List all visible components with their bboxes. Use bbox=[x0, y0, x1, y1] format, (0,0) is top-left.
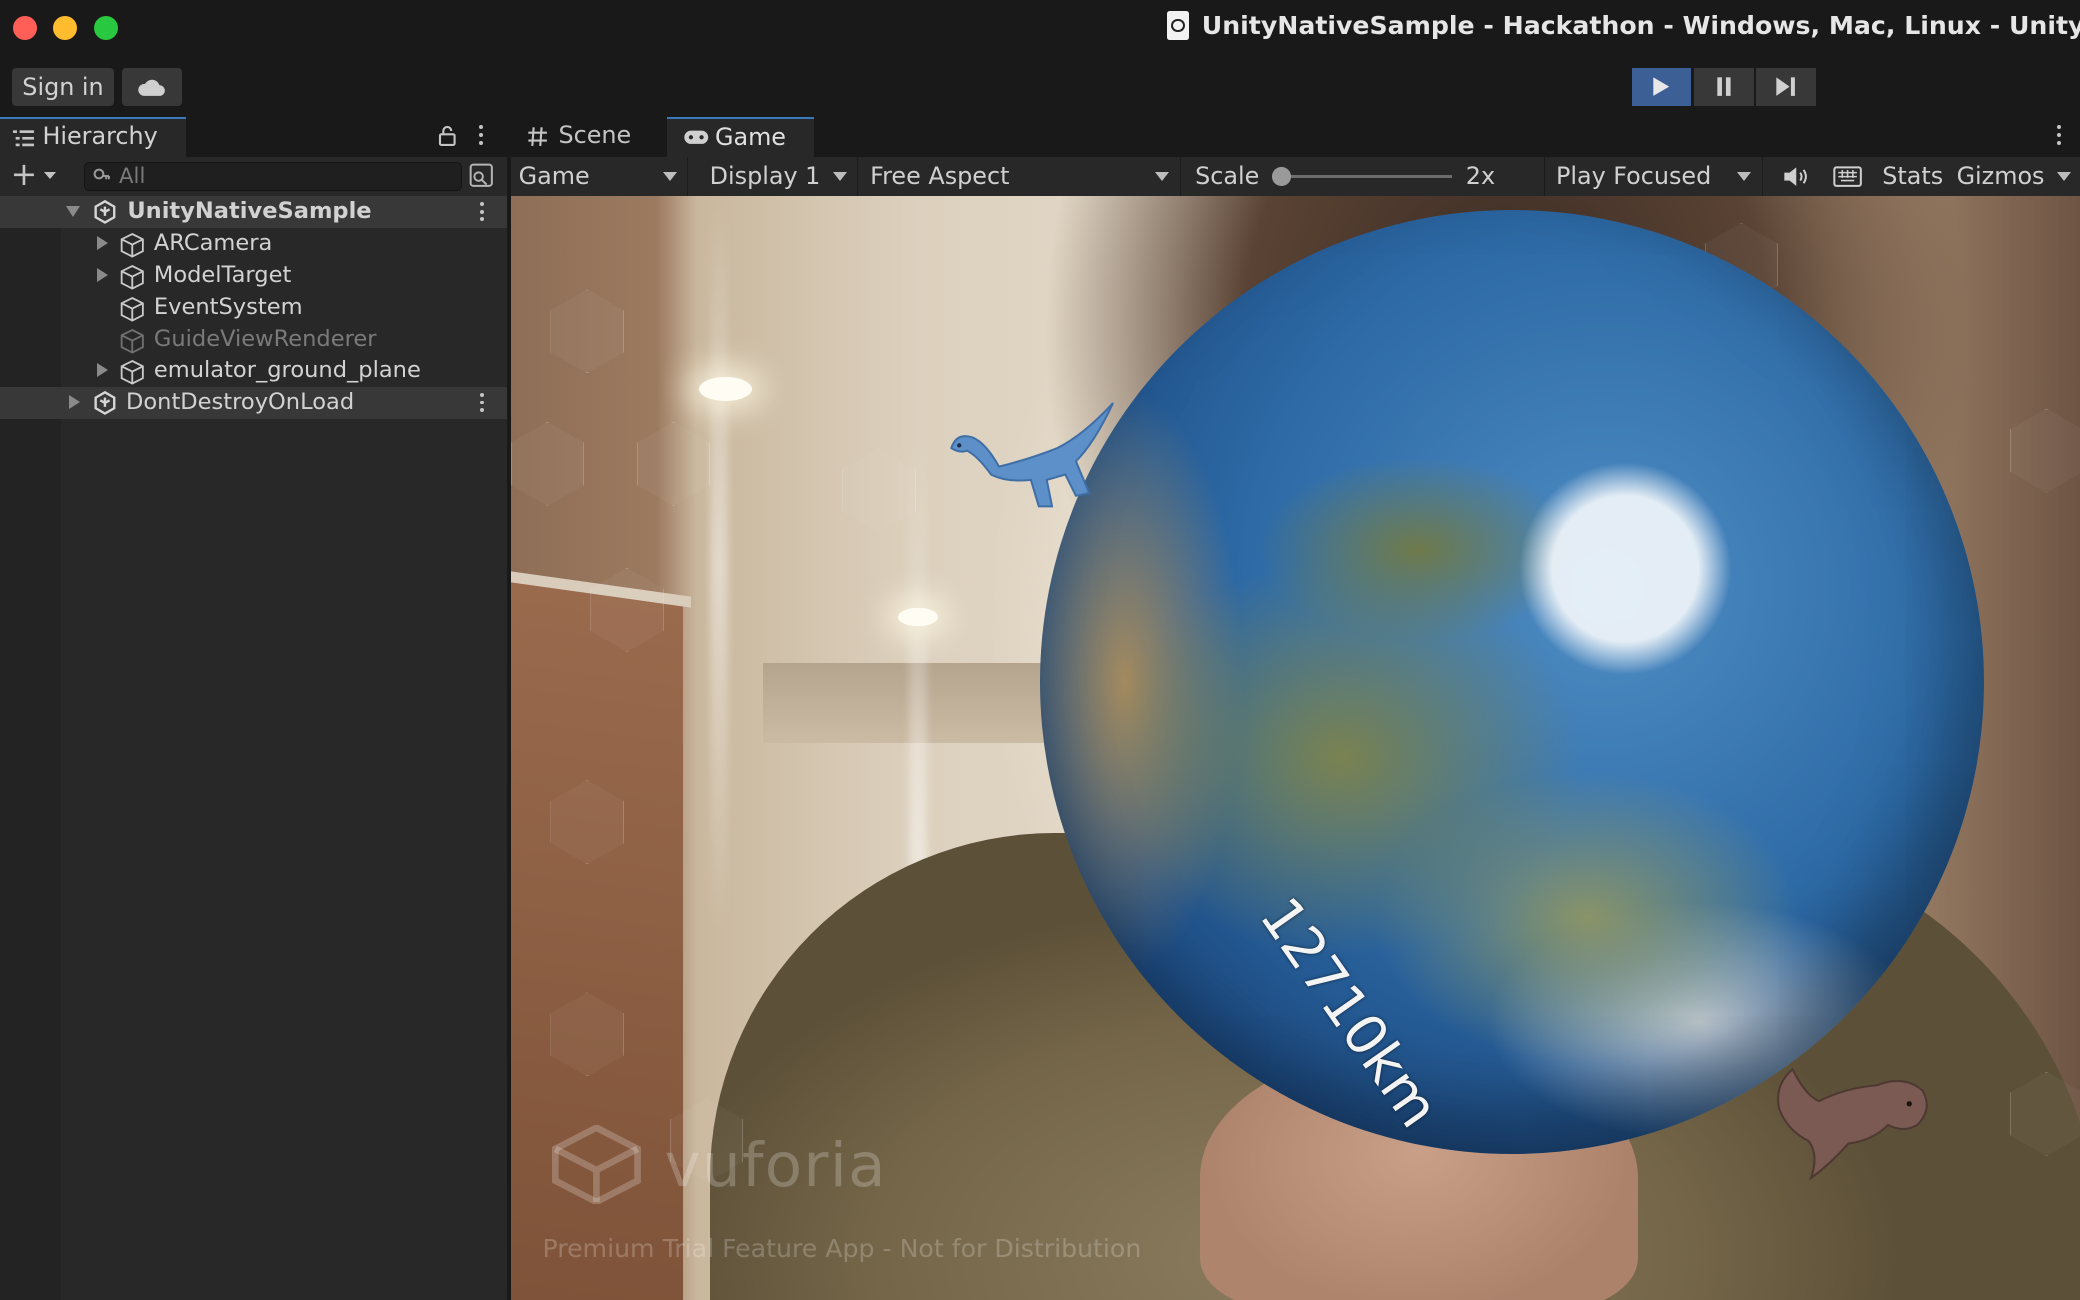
view-tab-bar: Scene Game bbox=[510, 116, 2080, 157]
hierarchy-label: DontDestroyOnLoad bbox=[126, 389, 355, 416]
expand-arrow-icon[interactable] bbox=[66, 205, 81, 217]
scene-visibility-icon[interactable] bbox=[468, 162, 495, 189]
close-window-button[interactable] bbox=[13, 15, 38, 40]
hierarchy-row-modeltarget[interactable]: ModelTarget bbox=[0, 260, 507, 292]
scale-slider-thumb[interactable] bbox=[1272, 167, 1291, 186]
gameobject-cube-icon bbox=[121, 264, 145, 290]
earth-globe-model bbox=[1039, 209, 1985, 1154]
tab-hierarchy-label: Hierarchy bbox=[42, 121, 158, 150]
unity-scene-icon bbox=[94, 200, 116, 225]
game-panel: Scene Game Game Display 1 Free Aspect Sc… bbox=[510, 116, 2080, 1300]
brown-dinosaur-model bbox=[1776, 1067, 1928, 1181]
tab-scene-label: Scene bbox=[558, 120, 632, 149]
gameobject-cube-icon bbox=[121, 328, 145, 354]
hierarchy-label: ModelTarget bbox=[153, 261, 292, 288]
unity-document-icon bbox=[1167, 10, 1189, 40]
window-title-text: UnityNativeSample - Hackathon - Windows,… bbox=[1201, 10, 2080, 40]
vuforia-brand-text: vuforia bbox=[664, 1130, 887, 1202]
hierarchy-row-dontdestroyonload[interactable]: DontDestroyOnLoad bbox=[0, 387, 507, 420]
scene-menu-icon[interactable] bbox=[480, 201, 485, 226]
hierarchy-label: ARCamera bbox=[153, 230, 273, 257]
play-mode-dropdown[interactable]: Play Focused bbox=[1548, 156, 1763, 197]
light-streak bbox=[709, 196, 729, 940]
scene-menu-icon[interactable] bbox=[480, 392, 485, 417]
expand-arrow-icon[interactable] bbox=[96, 267, 109, 282]
hierarchy-label: EventSystem bbox=[153, 293, 303, 320]
view-mode-dropdown[interactable]: Game bbox=[511, 156, 689, 197]
grid-hash-icon bbox=[527, 127, 547, 146]
step-button[interactable] bbox=[1756, 67, 1816, 107]
search-icon bbox=[93, 168, 110, 180]
ceiling-light bbox=[898, 607, 938, 627]
hierarchy-search-input[interactable] bbox=[119, 162, 451, 190]
separator bbox=[1544, 156, 1546, 197]
tab-game-label: Game bbox=[714, 122, 786, 151]
gameobject-cube-icon bbox=[121, 296, 145, 322]
scale-slider-track[interactable] bbox=[1280, 175, 1453, 178]
hierarchy-tree: UnityNativeSample ARCamera ModelTarget E… bbox=[0, 196, 507, 420]
expand-arrow-icon[interactable] bbox=[68, 395, 81, 410]
gameobject-cube-icon bbox=[121, 233, 145, 258]
lock-icon[interactable] bbox=[438, 125, 457, 146]
display-dropdown[interactable]: Display 1 bbox=[702, 156, 859, 197]
scale-label: Scale bbox=[1195, 161, 1260, 190]
step-icon bbox=[1776, 77, 1796, 97]
zoom-window-button[interactable] bbox=[94, 15, 119, 40]
gameobject-cube-icon bbox=[121, 360, 145, 385]
hierarchy-row-guideviewrenderer[interactable]: GuideViewRenderer bbox=[0, 324, 507, 356]
blue-dinosaur-model bbox=[949, 402, 1114, 508]
expand-arrow-icon[interactable] bbox=[96, 363, 109, 378]
tab-game[interactable]: Game bbox=[667, 116, 815, 157]
stats-button[interactable]: Stats bbox=[1882, 157, 1943, 197]
gamepad-icon bbox=[684, 130, 709, 144]
hierarchy-label: emulator_ground_plane bbox=[153, 357, 421, 384]
window-title: UnityNativeSample - Hackathon - Windows,… bbox=[1167, 10, 2080, 40]
vuforia-logo-icon bbox=[552, 1124, 642, 1205]
aspect-dropdown[interactable]: Free Aspect bbox=[862, 156, 1181, 197]
mute-audio-button[interactable] bbox=[1777, 157, 1814, 197]
main-toolbar: Sign in bbox=[0, 55, 2080, 118]
cloud-icon bbox=[138, 79, 166, 96]
pause-button[interactable] bbox=[1693, 67, 1754, 107]
hierarchy-label: GuideViewRenderer bbox=[153, 325, 377, 352]
gizmos-button[interactable]: Gizmos bbox=[1957, 157, 2045, 197]
play-icon bbox=[1653, 77, 1670, 97]
play-controls bbox=[1631, 67, 1816, 107]
hierarchy-label: UnityNativeSample bbox=[127, 198, 372, 225]
hierarchy-panel: Hierarchy + UnityNativeSample bbox=[0, 116, 510, 1300]
hierarchy-search[interactable] bbox=[83, 161, 462, 191]
hierarchy-row-eventsystem[interactable]: EventSystem bbox=[0, 292, 507, 324]
title-bar: UnityNativeSample - Hackathon - Windows,… bbox=[0, 0, 2080, 56]
unity-scene-icon bbox=[94, 391, 116, 416]
play-button[interactable] bbox=[1631, 67, 1692, 107]
cloud-button[interactable] bbox=[122, 67, 182, 107]
sign-in-button[interactable]: Sign in bbox=[11, 67, 115, 107]
game-viewport[interactable]: 12710km vuforia Premium Trial Feature Ap… bbox=[510, 196, 2080, 1300]
hierarchy-row-arcamera[interactable]: ARCamera bbox=[0, 228, 507, 260]
gizmos-dropdown-icon[interactable] bbox=[2057, 172, 2072, 182]
tab-hierarchy[interactable]: Hierarchy bbox=[0, 116, 186, 157]
hierarchy-tab-bar: Hierarchy bbox=[0, 116, 507, 157]
scale-value: 2x bbox=[1465, 161, 1496, 190]
keyboard-icon bbox=[1833, 166, 1863, 187]
add-icon[interactable]: + bbox=[11, 158, 38, 191]
tab-scene[interactable]: Scene bbox=[511, 117, 668, 157]
expand-arrow-icon[interactable] bbox=[96, 236, 109, 251]
keyboard-shortcuts-button[interactable] bbox=[1828, 157, 1868, 197]
game-control-bar: Game Display 1 Free Aspect Scale 2x Play… bbox=[510, 156, 2080, 198]
add-dropdown-icon[interactable] bbox=[43, 172, 56, 180]
view-menu-icon[interactable] bbox=[2057, 124, 2062, 149]
hierarchy-row-scene[interactable]: UnityNativeSample bbox=[0, 196, 507, 229]
pause-icon bbox=[1717, 77, 1731, 97]
speaker-icon bbox=[1784, 167, 1807, 186]
ceiling-light bbox=[699, 376, 753, 401]
hierarchy-row-emulator-ground-plane[interactable]: emulator_ground_plane bbox=[0, 355, 507, 387]
list-icon bbox=[13, 130, 35, 147]
minimize-window-button[interactable] bbox=[53, 15, 77, 40]
hierarchy-menu-icon[interactable] bbox=[478, 124, 484, 149]
trial-notice-text: Premium Trial Feature App - Not for Dist… bbox=[542, 1233, 1142, 1263]
hierarchy-search-row: + bbox=[0, 156, 507, 198]
